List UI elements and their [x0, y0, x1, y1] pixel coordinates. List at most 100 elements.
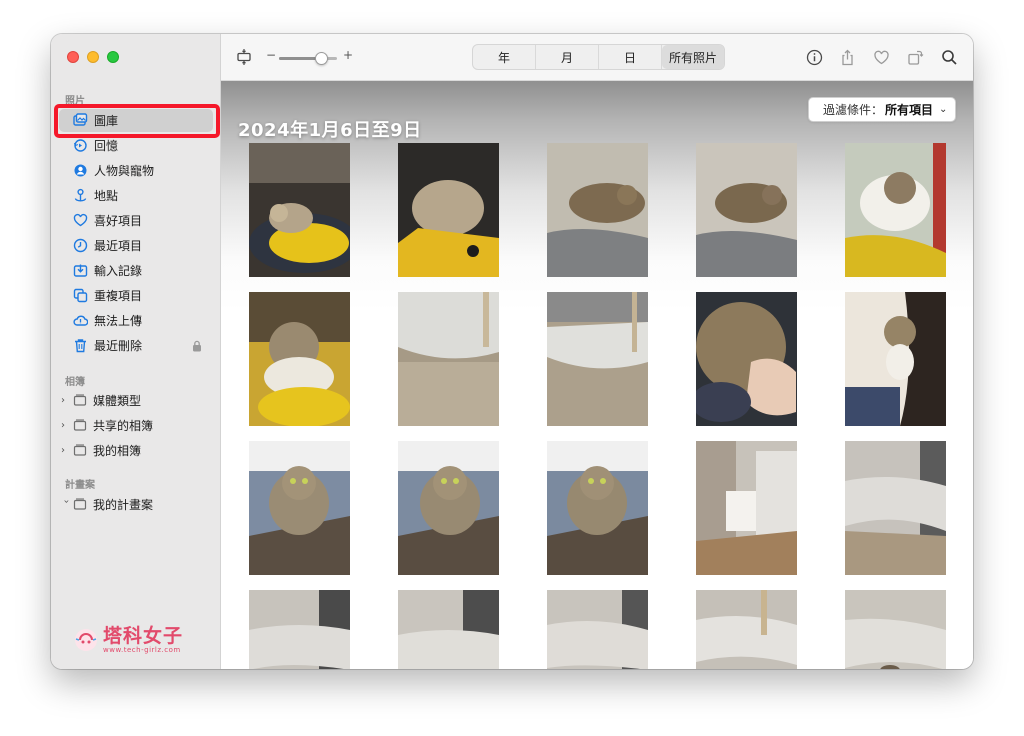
- trash-icon: [73, 338, 88, 353]
- sidebar-item-library[interactable]: 圖庫: [59, 109, 213, 132]
- sidebar-item-recently-deleted[interactable]: 最近刪除: [59, 334, 213, 357]
- info-icon[interactable]: [804, 47, 824, 67]
- photo-thumbnail[interactable]: [845, 292, 946, 426]
- share-icon[interactable]: [837, 47, 857, 67]
- sidebar-item-duplicates[interactable]: 重複項目: [59, 284, 213, 307]
- sidebar-item-label: 地點: [94, 189, 119, 203]
- filter-dropdown[interactable]: 過濾條件： 所有項目 ⌄: [808, 97, 956, 122]
- photo-thumbnail[interactable]: [845, 590, 946, 669]
- view-segmented-control: 年 月 日 所有照片: [472, 44, 725, 70]
- filter-prefix: 過濾條件：: [823, 103, 884, 117]
- photo-grid-area: 2024年1月6日至9日 過濾條件： 所有項目 ⌄: [221, 81, 973, 669]
- sidebar-group-label: 我的相簿: [93, 443, 142, 458]
- photo-thumbnail[interactable]: [845, 441, 946, 575]
- sidebar-group-shared-albums[interactable]: › 共享的相簿: [61, 414, 153, 436]
- sidebar-item-label: 圖庫: [94, 114, 119, 128]
- photo-thumbnail[interactable]: [696, 441, 797, 575]
- sidebar-item-label: 喜好項目: [94, 214, 143, 228]
- folder-icon: [73, 418, 87, 432]
- library-icon: [73, 113, 88, 128]
- zoom-slider[interactable]: [279, 57, 337, 60]
- sidebar-item-label: 最近項目: [94, 239, 143, 253]
- section-photos-heading: 照片: [65, 96, 85, 107]
- rotate-icon[interactable]: [905, 47, 925, 67]
- duplicate-icon: [73, 288, 88, 303]
- photo-thumbnail[interactable]: [249, 292, 350, 426]
- photo-thumbnail[interactable]: [547, 292, 648, 426]
- chevron-down-icon[interactable]: ›: [61, 499, 72, 509]
- photo-thumbnail[interactable]: [696, 143, 797, 277]
- photo-thumbnail[interactable]: [398, 292, 499, 426]
- sidebar: 照片 圖庫 回憶 人物與寵物 地點 喜好項目 最近項目 輸入記錄 重複項目 無法…: [51, 34, 221, 669]
- photo-thumbnail[interactable]: [398, 441, 499, 575]
- window-controls: [67, 51, 119, 63]
- photo-thumbnail[interactable]: [696, 292, 797, 426]
- date-range-heading: 2024年1月6日至9日: [238, 120, 422, 141]
- sidebar-item-memories[interactable]: 回憶: [59, 134, 213, 157]
- zoom-in-button[interactable]: +: [343, 48, 353, 62]
- tab-days[interactable]: 日: [599, 45, 662, 69]
- photo-thumbnail[interactable]: [249, 441, 350, 575]
- sidebar-item-people[interactable]: 人物與寵物: [59, 159, 213, 182]
- sidebar-group-my-projects[interactable]: › 我的計畫案: [61, 493, 154, 515]
- sidebar-group-my-albums[interactable]: › 我的相簿: [61, 439, 141, 461]
- logo-icon: [75, 629, 97, 651]
- sidebar-group-media-types[interactable]: › 媒體類型: [61, 389, 141, 411]
- zoom-window-button[interactable]: [107, 51, 119, 63]
- chevron-right-icon[interactable]: ›: [61, 420, 71, 431]
- sidebar-group-label: 媒體類型: [93, 393, 142, 408]
- photo-thumbnail[interactable]: [547, 143, 648, 277]
- heart-toolbar-icon[interactable]: [871, 47, 891, 67]
- zoom-out-button[interactable]: −: [266, 48, 276, 62]
- folder-icon: [73, 443, 87, 457]
- places-icon: [73, 188, 88, 203]
- close-button[interactable]: [67, 51, 79, 63]
- sidebar-item-label: 回憶: [94, 139, 119, 153]
- section-albums-heading: 相簿: [65, 377, 85, 388]
- tab-months[interactable]: 月: [536, 45, 599, 69]
- tab-years[interactable]: 年: [473, 45, 536, 69]
- photo-thumbnail[interactable]: [398, 143, 499, 277]
- logo-title: 塔科女子: [103, 625, 184, 647]
- watermark-logo: 塔科女子 www.tech-girlz.com: [73, 626, 183, 654]
- lock-icon: [191, 340, 203, 352]
- chevron-down-icon: ⌄: [939, 104, 948, 115]
- filter-value: 所有項目: [885, 103, 934, 117]
- section-projects-heading: 計畫案: [65, 480, 95, 491]
- sidebar-item-favorites[interactable]: 喜好項目: [59, 209, 213, 232]
- sidebar-group-label: 我的計畫案: [93, 497, 154, 512]
- folder-icon: [73, 497, 87, 511]
- sidebar-item-label: 輸入記錄: [94, 264, 143, 278]
- people-icon: [73, 163, 88, 178]
- photo-thumbnail[interactable]: [249, 143, 350, 277]
- photo-thumbnail[interactable]: [696, 590, 797, 669]
- chevron-right-icon[interactable]: ›: [61, 445, 71, 456]
- sidebar-item-recents[interactable]: 最近項目: [59, 234, 213, 257]
- photo-thumbnail[interactable]: [249, 590, 350, 669]
- sidebar-item-unable-to-upload[interactable]: 無法上傳: [59, 309, 213, 332]
- logo-url: www.tech-girlz.com: [103, 646, 181, 654]
- fit-size-icon[interactable]: [234, 47, 254, 67]
- clock-icon: [73, 238, 88, 253]
- search-icon[interactable]: [939, 47, 959, 67]
- sidebar-group-label: 共享的相簿: [93, 418, 154, 433]
- memories-icon: [73, 138, 88, 153]
- sidebar-item-places[interactable]: 地點: [59, 184, 213, 207]
- photo-thumbnail[interactable]: [398, 590, 499, 669]
- sidebar-item-label: 無法上傳: [94, 314, 143, 328]
- chevron-right-icon[interactable]: ›: [61, 395, 71, 406]
- cloud-icon: [73, 313, 88, 328]
- import-icon: [73, 263, 88, 278]
- photo-thumbnail[interactable]: [845, 143, 946, 277]
- zoom-slider-knob[interactable]: [314, 52, 328, 65]
- photo-thumbnail[interactable]: [547, 441, 648, 575]
- photos-window: 照片 圖庫 回憶 人物與寵物 地點 喜好項目 最近項目 輸入記錄 重複項目 無法…: [51, 34, 973, 669]
- sidebar-item-label: 最近刪除: [94, 339, 143, 353]
- toolbar: − + 年 月 日 所有照片: [221, 34, 973, 81]
- sidebar-item-label: 人物與寵物: [94, 164, 155, 178]
- heart-icon: [73, 213, 88, 228]
- minimize-button[interactable]: [87, 51, 99, 63]
- photo-thumbnail[interactable]: [547, 590, 648, 669]
- sidebar-item-imports[interactable]: 輸入記錄: [59, 259, 213, 282]
- tab-all-photos[interactable]: 所有照片: [662, 45, 724, 69]
